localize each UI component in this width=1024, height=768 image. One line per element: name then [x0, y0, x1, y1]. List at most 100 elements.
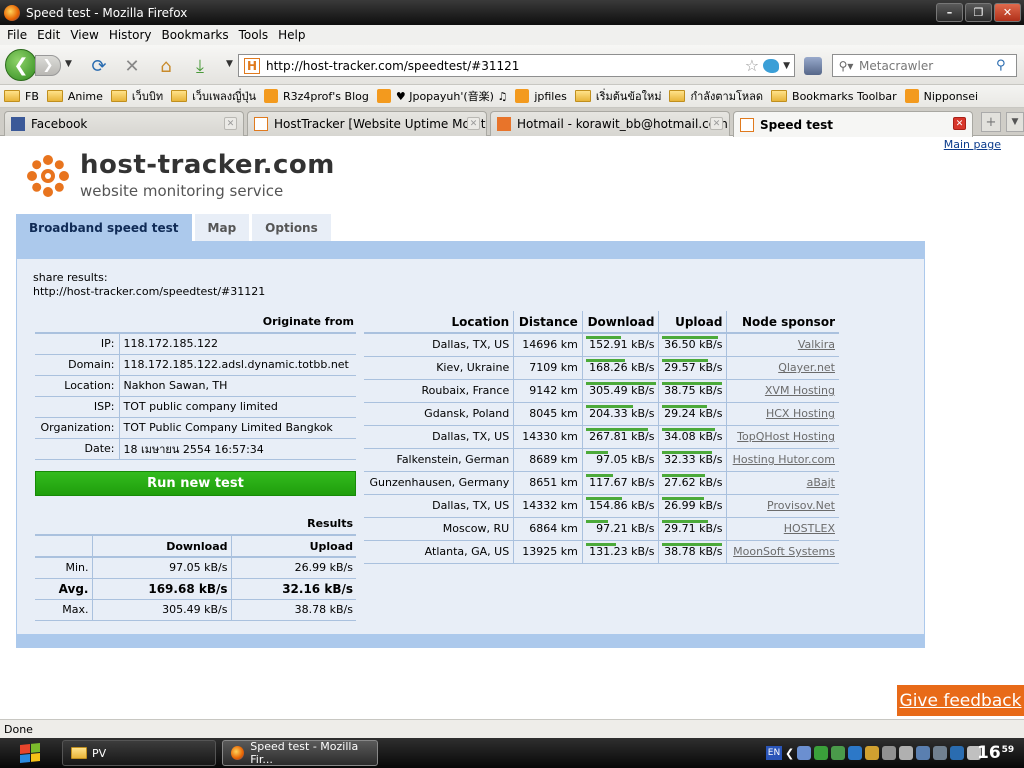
- share-url[interactable]: http://host-tracker.com/speedtest/#31121: [33, 285, 265, 299]
- maximize-button[interactable]: ❐: [965, 3, 992, 22]
- tab-close-icon[interactable]: ✕: [224, 117, 237, 130]
- menu-tools[interactable]: Tools: [239, 28, 269, 42]
- bookmark-star-icon[interactable]: ☆: [745, 56, 759, 75]
- url-text[interactable]: http://host-tracker.com/speedtest/#31121: [266, 59, 745, 73]
- bookmark-item[interactable]: ♥ Jpopayuh'(音楽) ♫: [376, 88, 508, 104]
- tab-speed-test[interactable]: Speed test ✕: [733, 111, 973, 137]
- close-button[interactable]: ✕: [994, 3, 1021, 22]
- update-icon[interactable]: [899, 746, 914, 760]
- menu-bookmarks[interactable]: Bookmarks: [162, 28, 229, 42]
- tab-hotmail[interactable]: Hotmail - korawit_bb@hotmail.com - ... ✕: [490, 111, 730, 136]
- tab-hosttracker[interactable]: HostTracker [Website Uptime Monitori... …: [247, 111, 487, 136]
- bookmark-item[interactable]: เริ่มต้นข้อใหม่: [574, 87, 661, 105]
- bookmark-label: ♥ Jpopayuh'(音楽) ♫: [395, 90, 508, 103]
- tab-facebook[interactable]: Facebook ✕: [4, 111, 244, 136]
- bookmark-item[interactable]: jpfiles: [515, 89, 567, 103]
- menu-file[interactable]: File: [7, 28, 27, 42]
- logo-title[interactable]: host-tracker.com: [80, 150, 335, 180]
- search-engine-icon[interactable]: ⚲▾: [833, 59, 859, 73]
- history-dropdown-icon[interactable]: ▼: [65, 59, 72, 69]
- download-cell: 97.21 kB/s: [582, 517, 660, 541]
- results-col-download: Download: [92, 535, 232, 558]
- reload-icon[interactable]: ⟳: [88, 56, 110, 77]
- originate-table: Originate from IP: 118.172.185.122 Domain:…: [35, 311, 356, 460]
- sponsor-link[interactable]: HOSTLEX: [726, 517, 839, 541]
- sponsor-link[interactable]: XVM Hosting: [726, 379, 839, 403]
- display-icon[interactable]: [916, 746, 931, 760]
- sponsor-link[interactable]: TopQHost Hosting: [726, 425, 839, 449]
- forward-button[interactable]: ❯: [35, 55, 61, 76]
- stop-icon[interactable]: ✕: [121, 56, 143, 77]
- tab-broadband-speed-test[interactable]: Broadband speed test: [16, 214, 192, 241]
- new-tab-button[interactable]: +: [981, 112, 1001, 132]
- search-box[interactable]: ⚲▾ Metacrawler ⚲: [832, 54, 1017, 77]
- language-indicator[interactable]: EN: [766, 746, 782, 760]
- sponsor-link[interactable]: Valkira: [726, 333, 839, 357]
- search-input[interactable]: Metacrawler: [859, 59, 996, 73]
- printer-icon[interactable]: [933, 746, 948, 760]
- bookmark-item[interactable]: FB: [4, 90, 39, 103]
- bookmark-item[interactable]: R3z4prof's Blog: [264, 89, 369, 103]
- torrent-icon[interactable]: [814, 746, 829, 760]
- bookmark-item[interactable]: เว็บบิท: [110, 87, 163, 105]
- sponsor-link[interactable]: HCX Hosting: [726, 402, 839, 426]
- tab-close-icon[interactable]: ✕: [467, 117, 480, 130]
- security-icon[interactable]: [865, 746, 880, 760]
- minimize-button[interactable]: –: [936, 3, 963, 22]
- give-feedback-button[interactable]: Give feedback: [897, 685, 1024, 716]
- bookmark-item[interactable]: เว็บเพลงญี่ปุ่น: [171, 87, 256, 105]
- taskbar-item-firefox[interactable]: Speed test - Mozilla Fir...: [222, 740, 378, 766]
- addon-icon[interactable]: [804, 57, 822, 75]
- download-dropdown-icon[interactable]: ▼: [226, 59, 233, 69]
- start-button[interactable]: [8, 741, 52, 765]
- tab-list-icon[interactable]: ▼: [1006, 112, 1024, 132]
- sponsor-link[interactable]: aBajt: [726, 471, 839, 495]
- messenger-icon[interactable]: [848, 746, 863, 760]
- tab-close-icon[interactable]: ✕: [953, 117, 966, 130]
- url-dropdown-icon[interactable]: ▼: [783, 61, 790, 71]
- taskbar-clock[interactable]: 1659: [977, 743, 1014, 763]
- download-cell: 305.49 kB/s: [582, 379, 660, 403]
- results-upload: 32.16 kB/s: [231, 578, 356, 600]
- location-row: Moscow, RU 6864 km 97.21 kB/s 29.71 kB/s HOS…: [364, 517, 839, 541]
- sponsor-link[interactable]: Provisov.Net: [726, 494, 839, 518]
- menu-history[interactable]: History: [109, 28, 152, 42]
- tab-map[interactable]: Map: [194, 214, 250, 241]
- download-cell: 152.91 kB/s: [582, 333, 660, 357]
- main-page-link[interactable]: Main page: [944, 138, 1001, 151]
- search-go-icon[interactable]: ⚲: [996, 58, 1016, 73]
- url-bar[interactable]: H http://host-tracker.com/speedtest/#311…: [238, 54, 795, 77]
- tab-close-icon[interactable]: ✕: [710, 117, 723, 130]
- menu-view[interactable]: View: [70, 28, 98, 42]
- home-icon[interactable]: ⌂: [155, 56, 177, 77]
- taskbar-item-pv[interactable]: PV: [62, 740, 216, 766]
- locations-table: Location Distance Download Upload Node spons…: [364, 311, 839, 564]
- facebook-icon: [11, 117, 25, 131]
- run-new-test-button[interactable]: Run new test: [35, 471, 356, 496]
- site-favicon-icon: H: [244, 57, 260, 74]
- folder-icon: [46, 90, 63, 102]
- bookmark-item[interactable]: Bookmarks Toolbar: [771, 90, 897, 103]
- page-content: Main page host-tracker.com website monit…: [0, 137, 1024, 719]
- bookmark-item[interactable]: กำลังตามโหลด: [669, 87, 763, 105]
- sponsor-link[interactable]: MoonSoft Systems: [726, 540, 839, 564]
- volume-icon[interactable]: [882, 746, 897, 760]
- usb-icon[interactable]: [797, 746, 812, 760]
- twitter-icon[interactable]: [763, 58, 780, 73]
- host-tracker-logo-icon: [27, 155, 69, 197]
- bookmark-item[interactable]: Nipponsei: [904, 89, 978, 103]
- download-value: 117.67 kB/s: [589, 476, 655, 489]
- back-button[interactable]: ❮: [5, 49, 37, 81]
- tab-options[interactable]: Options: [252, 214, 331, 241]
- sponsor-link[interactable]: Hosting Hutor.com: [726, 448, 839, 472]
- tray-expand-icon[interactable]: ❮: [785, 747, 794, 760]
- bookmark-item[interactable]: Anime: [46, 90, 103, 103]
- results-download: 169.68 kB/s: [92, 578, 232, 600]
- tab-label: HostTracker [Website Uptime Monitori...: [274, 117, 486, 131]
- menu-help[interactable]: Help: [278, 28, 305, 42]
- network-icon[interactable]: [831, 746, 846, 760]
- menu-edit[interactable]: Edit: [37, 28, 60, 42]
- sponsor-link[interactable]: Qlayer.net: [726, 356, 839, 380]
- download-manager-icon[interactable]: [950, 746, 965, 760]
- download-icon[interactable]: ⤓: [189, 56, 211, 77]
